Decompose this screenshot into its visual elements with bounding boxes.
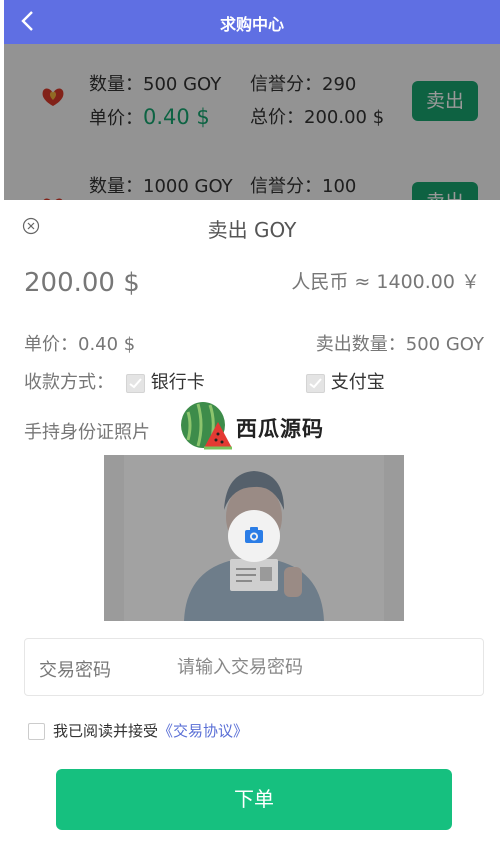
trade-password-label: 交易密码 [39, 660, 111, 681]
panel-title: 卖出 GOY [207, 218, 297, 242]
agreement-text: 我已阅读并接受 [53, 722, 159, 740]
place-order-button[interactable]: 下单 [56, 769, 452, 830]
agreement-link[interactable]: 《交易协议》 [158, 722, 248, 740]
checkbox-checked-icon[interactable] [126, 373, 145, 393]
total-amount: 200.00 $ [24, 268, 140, 298]
camera-icon [245, 527, 263, 543]
unit-price-label: 单价： [24, 334, 78, 355]
modal-overlay[interactable] [4, 44, 500, 200]
agreement-checkbox[interactable] [28, 723, 45, 740]
camera-button[interactable] [228, 510, 280, 562]
agreement-row: 我已阅读并接受《交易协议》 [28, 720, 248, 741]
sell-panel: 卖出 GOY 200.00 $ 人民币 ≈ 1400.00 ￥ 单价：0.40 … [4, 200, 500, 851]
checkbox-checked-icon[interactable] [306, 373, 325, 393]
trade-password-input[interactable] [175, 650, 469, 684]
payment-option-label: 支付宝 [330, 372, 385, 393]
id-photo-label: 手持身份证照片 [24, 422, 150, 443]
payment-option-label: 银行卡 [150, 372, 205, 393]
payment-option-bank[interactable]: 银行卡 [126, 368, 205, 394]
sell-qty-label: 卖出数量： [315, 334, 406, 355]
rmb-equivalent: 人民币 ≈ 1400.00 ￥ [291, 271, 480, 293]
payment-option-alipay[interactable]: 支付宝 [306, 368, 385, 394]
payment-label: 收款方式： [24, 372, 114, 393]
unit-price-value: 0.40 $ [78, 334, 136, 355]
sell-qty-value: 500 GOY [405, 334, 484, 355]
top-navbar: 求购中心 [4, 0, 500, 44]
id-photo-upload[interactable] [104, 455, 404, 621]
watermelon-logo-icon [181, 402, 232, 450]
page-title: 求购中心 [219, 15, 284, 34]
watermark-text: 西瓜源码 [236, 417, 324, 441]
trade-password-field: 交易密码 [24, 638, 484, 696]
